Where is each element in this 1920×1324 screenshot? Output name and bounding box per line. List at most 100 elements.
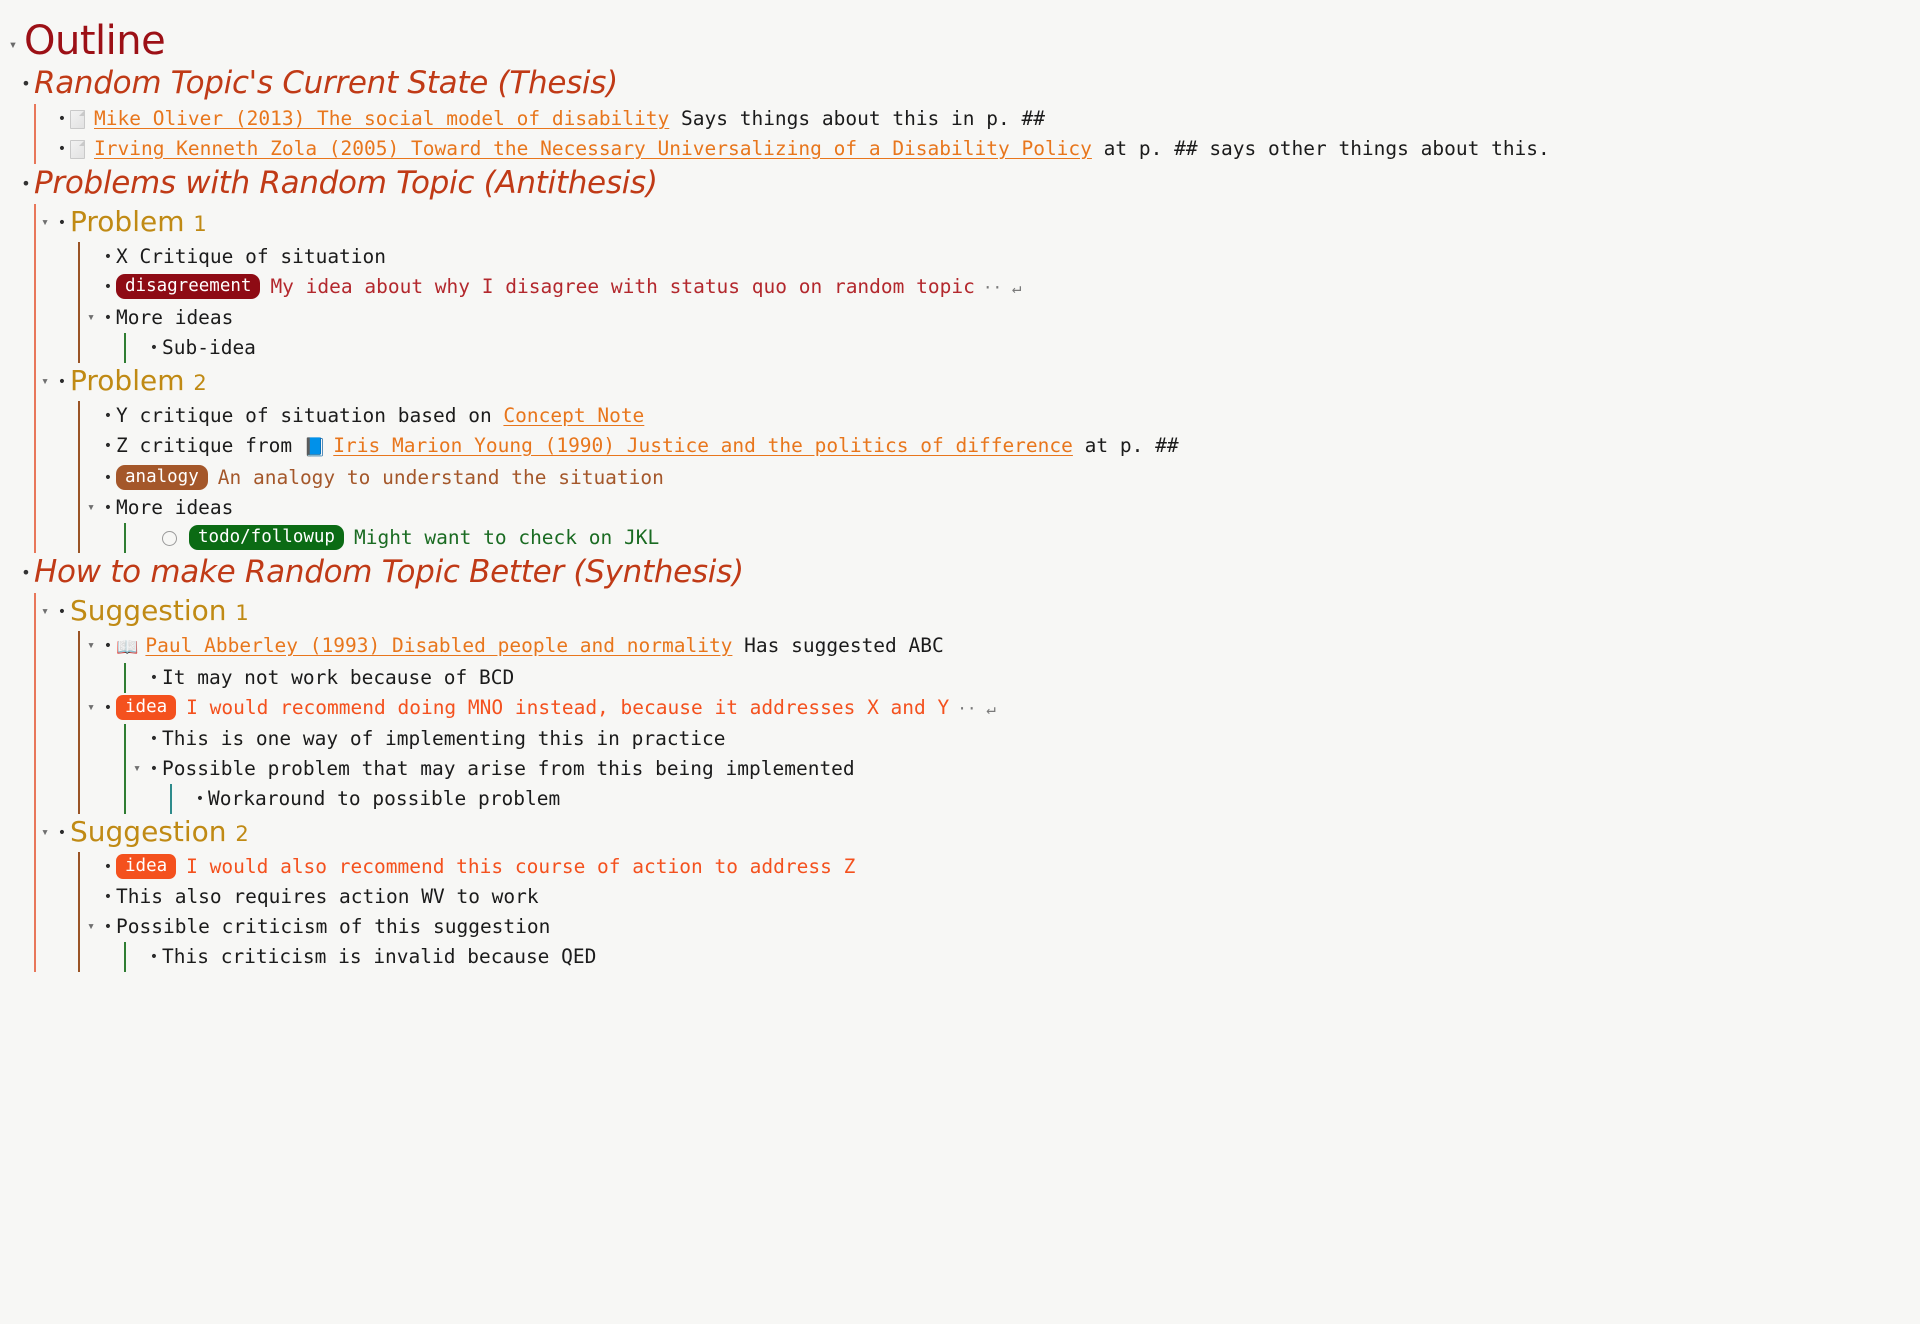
tag-idea[interactable]: idea [116,695,177,720]
suggestion-1-children: ▾ • 📖 Paul Abberley (1993) Disabled peopl… [36,631,1920,814]
list-item: ▾ • Possible criticism of this suggestio… [82,912,1920,942]
subsection-heading-suggestion-1[interactable]: Suggestion 1 [70,593,1920,629]
collapse-arrow-icon[interactable]: ▾ [82,303,100,333]
collapsed-note-indicator-icon[interactable]: ·· ↵ [983,278,1022,297]
citation-link[interactable]: Irving Kenneth Zola (2005) Toward the Ne… [94,137,1092,160]
tagged-line-text[interactable]: An analogy to understand the situation [218,466,664,489]
spacer-arrow: ▾ [82,463,100,493]
citation-link[interactable]: Mike Oliver (2013) The social model of d… [94,107,669,130]
section-heading-thesis-row: ▾ • Random Topic's Current State (Thesis… [0,64,1920,104]
bullet-icon: • [103,919,113,935]
outline-root-row: ▾ Outline [0,18,1920,64]
antithesis-children: ▾ • Problem 1 ▾ • X Critique of situatio… [0,204,1920,553]
subsection-heading-problem-2[interactable]: Problem 2 [70,363,1920,399]
section-heading-synthesis[interactable]: How to make Random Topic Better (Synthes… [34,553,1920,592]
citation-line: Mike Oliver (2013) The social model of d… [70,104,1920,134]
citation-link[interactable]: Paul Abberley (1993) Disabled people and… [145,634,732,657]
page-title: Outline [24,18,166,64]
collapse-arrow-icon[interactable]: ▾ [36,593,54,631]
subsection-heading-suggestion-2[interactable]: Suggestion 2 [70,814,1920,850]
subsection-heading-number: 2 [235,822,249,846]
tag-todo-followup[interactable]: todo/followup [189,525,344,550]
subsection-heading-problem-1-row: ▾ • Problem 1 [36,204,1920,242]
collapse-arrow-icon[interactable]: ▾ [82,631,100,661]
spacer-arrow: ▾ [128,333,146,363]
indent-guide-level2 [78,852,80,972]
indent-guide-level2 [78,631,80,814]
citation-line: 📖 Paul Abberley (1993) Disabled people an… [116,631,1920,663]
subsection-heading-number: 1 [193,212,207,236]
section-heading-antithesis[interactable]: Problems with Random Topic (Antithesis) [34,164,1920,203]
citation-trailing-text: Has suggested ABC [744,634,944,657]
spacer-arrow: ▾ [174,784,192,814]
blue-book-icon: 📘 [303,437,327,458]
tagged-line: analogy An analogy to understand the situ… [116,463,1920,493]
indent-guide-level3 [124,724,126,814]
list-item-text[interactable]: More ideas [116,493,1920,523]
todo-checkbox[interactable] [162,531,177,546]
bullet-icon: • [57,215,67,231]
collapse-arrow-icon[interactable]: ▾ [82,912,100,942]
list-item-tagged: ▾ • analogy An analogy to understand the … [82,463,1920,493]
collapse-arrow-icon[interactable]: ▾ [82,493,100,523]
list-item: ▾ • This criticism is invalid because QE… [128,942,1920,972]
tagged-line-text[interactable]: My idea about why I disagree with status… [270,275,974,298]
subsection-heading-problem-1[interactable]: Problem 1 [70,204,1920,240]
bullet-icon: • [149,731,159,747]
bullet-icon: • [103,859,113,875]
bullet-icon: • [57,604,67,620]
tag-disagreement[interactable]: disagreement [116,274,261,299]
citation-trailing-text: at p. ## says other things about this. [1103,137,1550,160]
subsection-heading-suggestion-2-row: ▾ • Suggestion 2 [36,814,1920,852]
subsection-heading-text: Problem [70,205,185,238]
synthesis-children: ▾ • Suggestion 1 ▾ • 📖 Paul Abberley (199… [0,593,1920,972]
spacer-arrow: ▾ [128,724,146,754]
more-ideas-2-children: ▾ • todo/followup Might want to check on … [82,523,1920,553]
bullet-icon: • [103,700,113,716]
list-item-text[interactable]: Sub-idea [162,333,1920,363]
list-item-text[interactable]: This criticism is invalid because QED [162,942,1920,972]
bullet-icon: • [146,523,162,553]
bullet-icon: • [103,500,113,516]
bullet-icon: • [103,279,113,295]
list-item-tagged: ▾ • disagreement My idea about why I disa… [82,272,1920,303]
collapse-arrow-icon[interactable]: ▾ [128,754,146,784]
list-item-text[interactable]: Possible problem that may arise from thi… [162,754,1920,784]
bullet-icon: • [57,825,67,841]
collapse-arrow-icon[interactable]: ▾ [36,363,54,401]
list-item-text[interactable]: Possible criticism of this suggestion [116,912,1920,942]
bullet-icon: • [21,74,31,93]
concept-note-link[interactable]: Concept Note [503,404,644,427]
document-icon [70,140,85,159]
tagged-line: idea I would also recommend this course o… [116,852,1920,882]
collapse-arrow-icon[interactable]: ▾ [36,204,54,242]
list-item-text[interactable]: More ideas [116,303,1920,333]
subsection-heading-suggestion-1-row: ▾ • Suggestion 1 [36,593,1920,631]
bullet-icon: • [103,249,113,265]
spacer-arrow: ▾ [36,104,54,134]
citation-link[interactable]: Iris Marion Young (1990) Justice and the… [333,434,1073,457]
collapsed-note-indicator-icon[interactable]: ·· ↵ [957,699,996,718]
list-item-text[interactable]: This is one way of implementing this in … [162,724,1920,754]
tagged-line-text[interactable]: I would also recommend this course of ac… [186,855,855,878]
list-item-text[interactable]: Workaround to possible problem [208,784,1920,814]
collapse-arrow-icon[interactable]: ▾ [82,693,100,723]
spacer-arrow: ▾ [128,942,146,972]
list-item-text[interactable]: X Critique of situation [116,242,1920,272]
more-ideas-children: ▾ • Sub-idea [82,333,1920,363]
tagged-line-text[interactable]: I would recommend doing MNO instead, bec… [186,696,949,719]
thesis-children: ▾ • Mike Oliver (2013) The social model … [0,104,1920,164]
tag-idea[interactable]: idea [116,854,177,879]
todo-text[interactable]: Might want to check on JKL [354,526,659,549]
section-heading-thesis[interactable]: Random Topic's Current State (Thesis) [34,64,1920,103]
tag-analogy[interactable]: analogy [116,465,208,490]
bullet-icon: • [149,761,159,777]
root-collapse-arrow-icon[interactable]: ▾ [6,38,20,52]
spacer-arrow: ▾ [0,64,18,94]
list-item-text[interactable]: This also requires action WV to work [116,882,1920,912]
collapse-arrow-icon[interactable]: ▾ [36,814,54,852]
bullet-icon: • [149,340,159,356]
bullet-icon: • [103,470,113,486]
list-item-text[interactable]: It may not work because of BCD [162,663,1920,693]
spacer-arrow: ▾ [82,852,100,882]
